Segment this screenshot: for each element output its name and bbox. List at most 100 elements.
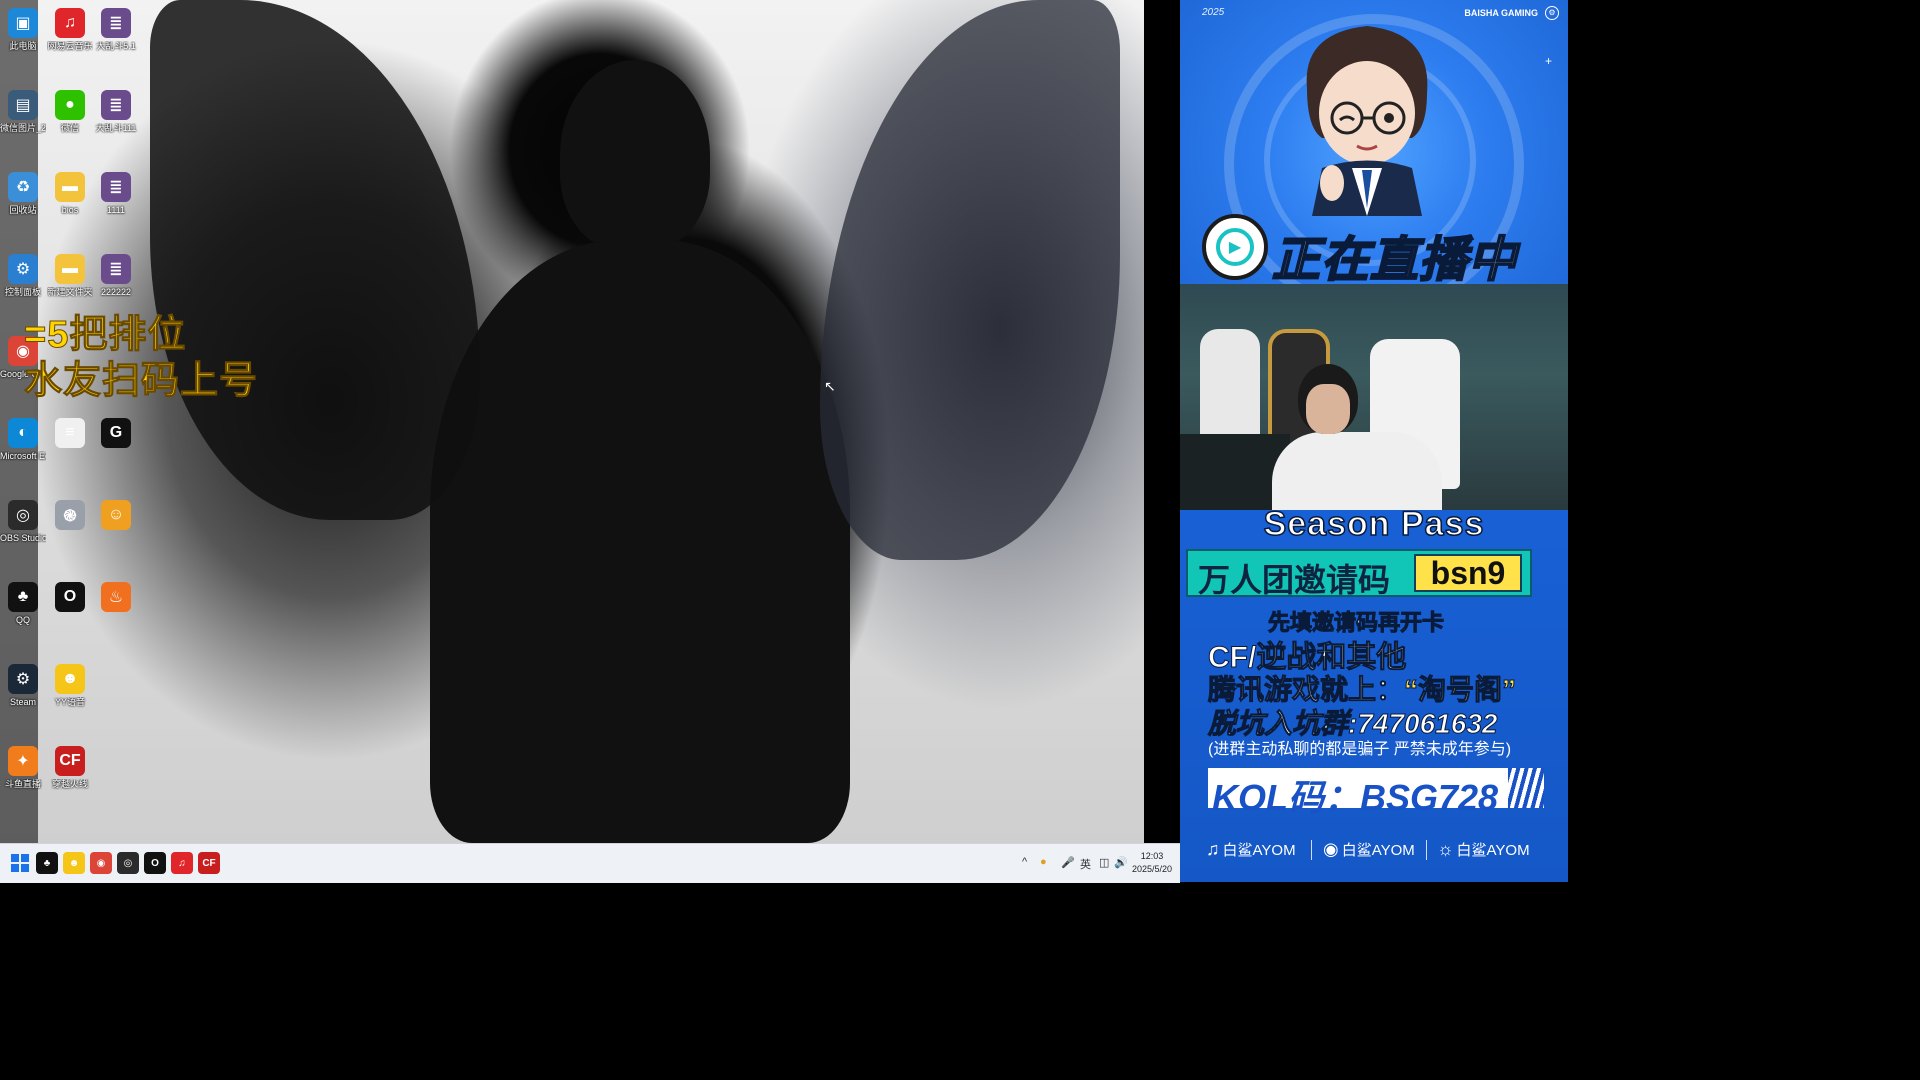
promo-line: =5把排位 <box>24 314 187 357</box>
promo-overlay: =5把排位 水友扫码上号 <box>24 312 274 404</box>
year-label: 2025 <box>1202 7 1225 18</box>
desktop-right-strip <box>1144 0 1180 843</box>
desktop-icon-label: YY语音 <box>54 697 85 707</box>
taskbar-clock[interactable]: 12:03 2025/5/20 <box>1128 850 1176 876</box>
desktop-icon[interactable]: ֎ <box>47 500 93 533</box>
streamer-body <box>1272 432 1442 510</box>
desktop-icon[interactable]: ◎ OBS Studio <box>0 500 46 544</box>
douyu-icon: ✦ <box>8 746 38 776</box>
windows-start-icon[interactable] <box>9 852 31 874</box>
desktop-icon[interactable]: ▬ bios <box>47 172 93 216</box>
desktop-icon[interactable]: ≣ 1111 <box>93 172 139 216</box>
desktop-icon[interactable]: ≡ <box>47 418 93 451</box>
desktop-icon[interactable]: ● 微信 <box>47 90 93 134</box>
crossfire-icon[interactable]: CF <box>198 852 220 874</box>
social-divider <box>1311 840 1312 860</box>
network-icon[interactable]: ◫ <box>1099 856 1109 869</box>
live-status-text: 正在直播中 <box>1271 233 1518 288</box>
desktop-icon[interactable]: O <box>47 582 93 615</box>
desktop-icon[interactable]: ☻ YY语音 <box>47 664 93 708</box>
desktop-icon[interactable]: ♫ 网易云音乐 <box>47 8 93 52</box>
social-label: 白鲨AYOM <box>1456 841 1530 859</box>
desktop-icon[interactable]: ▬ 新建文件夹 <box>47 254 93 298</box>
kuaishou-icon: ◉ <box>1323 838 1339 859</box>
qq-icon: ♣ <box>8 582 38 612</box>
desktop-icon[interactable]: ☺ <box>93 500 139 533</box>
desktop-icon-label: QQ <box>15 615 30 625</box>
douyin-icon: ♫ <box>1206 838 1220 859</box>
social-divider <box>1426 840 1427 860</box>
desktop-icon[interactable]: G <box>93 418 139 451</box>
promo-shop-name: “淘号阁” <box>1404 674 1517 706</box>
desktop-icon-label: 222222 <box>100 287 132 297</box>
desktop-icon[interactable]: CF 穿越火线 <box>47 746 93 790</box>
computer-icon: ▣ <box>8 8 38 38</box>
netease-music-icon: ♫ <box>55 8 85 38</box>
app-flame-icon: ♨ <box>101 582 131 612</box>
desktop-icon-label: 大乱斗111 <box>95 123 137 133</box>
desktop-icon[interactable]: ♨ <box>93 582 139 615</box>
tray-overflow-chevron-icon[interactable]: ^ <box>1022 856 1027 868</box>
desktop-icon-label: bios <box>61 205 79 215</box>
yy-voice-icon[interactable]: ☻ <box>63 852 85 874</box>
kol-code-box: KOL码：BSG728 <box>1208 768 1544 818</box>
logitech-g-icon: G <box>101 418 131 448</box>
clock-date: 2025/5/20 <box>1131 864 1173 874</box>
yy-voice-icon: ☻ <box>55 664 85 694</box>
folder-icon: ▬ <box>55 254 85 284</box>
desktop-icon-label: 斗鱼直播 <box>4 779 41 789</box>
promo-tencent-prefix: 腾讯游戏就上： <box>1207 674 1405 706</box>
recycle-bin-icon: ♻ <box>8 172 38 202</box>
netease-music-icon[interactable]: ♫ <box>171 852 193 874</box>
control-panel-icon: ⚙ <box>8 254 38 284</box>
social-douyin: ♫ 白鲨AYOM <box>1206 836 1296 862</box>
steam-icon: ⚙ <box>8 664 38 694</box>
wallpaper-silhouette-body <box>430 240 850 843</box>
game-mascot-icon: ☺ <box>101 500 131 530</box>
obs-icon: ◎ <box>8 500 38 530</box>
desktop[interactable]: ▣ 此电脑 ♫ 网易云音乐 ≣ 大乱斗5.1 ▤ 微信图片_2025051... ● 微信 ≣ 大乱斗… <box>0 0 1180 843</box>
text-file-icon: ≡ <box>55 418 85 448</box>
kol-stripes <box>1508 768 1544 808</box>
app-o-icon: O <box>55 582 85 612</box>
ime-indicator[interactable]: 英 <box>1080 856 1091 872</box>
desktop-icon[interactable]: ▣ 此电脑 <box>0 8 46 52</box>
qq-icon[interactable]: ♣ <box>36 852 58 874</box>
season-pass-title: Season Pass <box>1263 504 1485 544</box>
desktop-icon[interactable]: ≣ 大乱斗111 <box>93 90 139 134</box>
desktop-icon[interactable]: ▤ 微信图片_2025051... <box>0 90 46 134</box>
desktop-icon[interactable]: ♻ 回收站 <box>0 172 46 216</box>
desktop-icon[interactable]: ≣ 大乱斗5.1 <box>93 8 139 52</box>
desktop-icon-label: 回收站 <box>9 205 37 215</box>
streamer-face <box>1306 384 1350 434</box>
desktop-icon[interactable]: ✦ 斗鱼直播 <box>0 746 46 790</box>
desktop-icon-label: 此电脑 <box>9 41 37 51</box>
desktop-icon[interactable]: ⚙ Steam <box>0 664 46 708</box>
obs-icon[interactable]: ◎ <box>117 852 139 874</box>
taskbar: ♣ ☻ ◉ ◎ O ♫ CF ^ ● 🎤 英 ◫ 🔊 12:03 2025/5/20 <box>0 843 1180 883</box>
wallpaper-silhouette <box>560 60 710 250</box>
tray-app-icon[interactable]: ● <box>1040 856 1047 868</box>
desktop-icon[interactable]: ≣ 222222 <box>93 254 139 298</box>
microphone-icon[interactable]: 🎤 <box>1061 856 1075 869</box>
desktop-icon-label: OBS Studio <box>0 533 46 543</box>
desktop-icon[interactable]: ◐ Microsoft Edge <box>0 418 46 462</box>
desktop-icon[interactable]: ⚙ 控制面板 <box>0 254 46 298</box>
wallpaper-wing-left <box>150 0 480 520</box>
scam-warning-note: (进群主动私聊的都是骗子 严禁未成年参与) <box>1208 741 1512 758</box>
invite-code-value: bsn9 <box>1430 555 1506 591</box>
mouse-cursor-icon: ↖ <box>824 378 836 394</box>
live-banner: ▶ 正在直播中 <box>1202 214 1538 288</box>
weibo-icon: ☼ <box>1437 838 1454 859</box>
chrome-icon[interactable]: ◉ <box>90 852 112 874</box>
invite-code-bar: 万人团邀请码 bsn9 <box>1186 549 1532 598</box>
social-label: 白鲨AYOM <box>1341 841 1415 859</box>
game-file-icon: ≣ <box>101 8 131 38</box>
folder-icon: ▬ <box>55 172 85 202</box>
desktop-icon[interactable]: ♣ QQ <box>0 582 46 626</box>
webcam-feed <box>1180 284 1568 510</box>
volume-icon[interactable]: 🔊 <box>1114 856 1128 869</box>
desktop-icon-label: 穿越火线 <box>51 779 88 789</box>
desktop-icon-label: 大乱斗5.1 <box>96 41 136 51</box>
app-o-icon[interactable]: O <box>144 852 166 874</box>
